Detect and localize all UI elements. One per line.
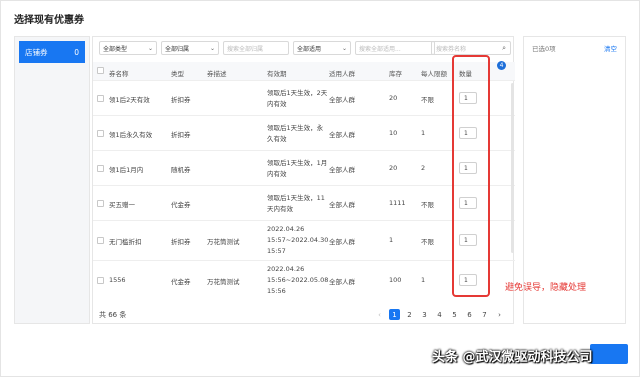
row-checkbox[interactable] <box>97 277 104 284</box>
sidebar-item-count: 0 <box>74 47 79 57</box>
attribution-select[interactable]: 全部归属 ⌄ <box>161 41 219 55</box>
page-7[interactable]: 7 <box>479 309 490 320</box>
sidebar-item-label: 店铺券 <box>25 47 48 57</box>
col-header-audience: 适用人群 <box>329 70 355 78</box>
type-select[interactable]: 全部类型 ⌄ <box>99 41 157 55</box>
page-3[interactable]: 3 <box>419 309 430 320</box>
annotation-note: 避免误导，隐藏处理 <box>505 283 587 293</box>
annotation-badge: 4 <box>497 61 506 70</box>
page-5[interactable]: 5 <box>449 309 460 320</box>
sidebar-item-shop-coupon[interactable]: 店铺券 0 <box>19 41 85 63</box>
filter-bar: 全部类型 ⌄ 全部归属 ⌄ 搜索全部归属 全部适用 ⌄ 搜索全部适用... <box>99 41 435 55</box>
page-4[interactable]: 4 <box>434 309 445 320</box>
prev-page-icon[interactable]: ‹ <box>374 309 385 320</box>
chevron-down-icon: ⌄ <box>147 44 153 52</box>
row-checkbox[interactable] <box>97 130 104 137</box>
row-checkbox[interactable] <box>97 200 104 207</box>
watermark-text: 头条 @武汉微驱动科技公司 <box>432 350 593 365</box>
highlight-box <box>452 55 490 297</box>
dialog-title: 选择现有优惠券 <box>14 15 84 26</box>
table-footer: 共 66 条 ‹ 1 2 3 4 5 6 7 › <box>93 307 515 325</box>
row-checkbox[interactable] <box>97 95 104 102</box>
total-count: 共 66 条 <box>99 311 127 319</box>
col-header-validity: 有效期 <box>267 70 287 78</box>
next-page-icon[interactable]: › <box>494 309 505 320</box>
page-2[interactable]: 2 <box>404 309 415 320</box>
coupon-table-panel: 全部类型 ⌄ 全部归属 ⌄ 搜索全部归属 全部适用 ⌄ 搜索全部适用... 搜索券名称… <box>92 36 515 325</box>
chevron-down-icon: ⌄ <box>341 44 347 52</box>
coupon-category-sidebar: 店铺券 0 <box>14 36 90 324</box>
table-scrollbar[interactable] <box>511 83 514 253</box>
row-checkbox[interactable] <box>97 237 104 244</box>
coupon-search-input[interactable]: 搜索券名称 ⌕ <box>431 41 511 55</box>
row-checkbox[interactable] <box>97 165 104 172</box>
page-6[interactable]: 6 <box>464 309 475 320</box>
page-1[interactable]: 1 <box>389 309 400 320</box>
applicable-select[interactable]: 全部适用 ⌄ <box>293 41 351 55</box>
applicable-search-input[interactable]: 搜索全部适用... <box>355 41 435 55</box>
col-header-desc: 券描述 <box>207 70 227 78</box>
search-icon: ⌕ <box>502 43 506 52</box>
select-all-checkbox[interactable] <box>97 67 104 74</box>
col-header-name: 券名称 <box>109 70 129 78</box>
attribution-search-input[interactable]: 搜索全部归属 <box>223 41 289 55</box>
col-header-limit: 每人限额 <box>421 70 447 78</box>
selected-count: 已选0项 <box>532 45 556 53</box>
confirm-button[interactable] <box>590 344 628 364</box>
col-header-stock: 库存 <box>389 70 402 78</box>
chevron-down-icon: ⌄ <box>209 44 215 52</box>
col-header-type: 类型 <box>171 70 184 78</box>
pagination: ‹ 1 2 3 4 5 6 7 › <box>374 309 505 320</box>
clear-link[interactable]: 清空 <box>604 43 617 53</box>
